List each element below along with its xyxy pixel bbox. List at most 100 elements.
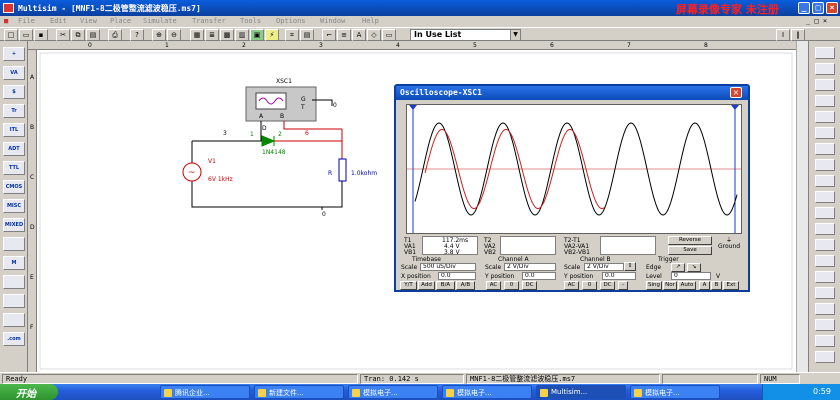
pause-icon[interactable]: ‖: [791, 29, 805, 41]
cha-scale-field[interactable]: 2 V/Div: [504, 263, 556, 271]
instrument-button-5[interactable]: [815, 127, 835, 139]
chb-ypos-field[interactable]: 0.0: [602, 272, 636, 280]
single-button[interactable]: Sing: [646, 281, 662, 290]
ab-button[interactable]: A/B: [456, 281, 475, 290]
paste-icon[interactable]: ▤: [86, 29, 100, 41]
simulate-icon[interactable]: ▣: [250, 29, 264, 41]
menu-view[interactable]: View: [80, 17, 97, 25]
chb-dc-button[interactable]: DC: [600, 281, 615, 290]
new-icon[interactable]: □: [4, 29, 18, 41]
analysis-icon[interactable]: ⚡: [265, 29, 279, 41]
in-use-list-combo[interactable]: In Use List ▼: [410, 29, 521, 41]
parts-bin-button-4[interactable]: ITL: [3, 123, 25, 137]
text-icon[interactable]: A: [352, 29, 366, 41]
instrument-button-15[interactable]: [815, 287, 835, 299]
instrument-button-13[interactable]: [815, 255, 835, 267]
scope-title-bar[interactable]: Oscilloscope-XSC1: [396, 86, 748, 100]
menu-help[interactable]: Help: [362, 17, 379, 25]
parts-bin-button-12[interactable]: [3, 275, 25, 289]
menu-simulate[interactable]: Simulate: [143, 17, 177, 25]
instrument-button-12[interactable]: [815, 239, 835, 251]
bus-icon[interactable]: ≡: [337, 29, 351, 41]
instrument-button-4[interactable]: [815, 111, 835, 123]
parts-bin-button-9[interactable]: MIXED: [3, 218, 25, 232]
instrument-button-0[interactable]: [815, 47, 835, 59]
graphics-icon[interactable]: ◇: [367, 29, 381, 41]
scope-close-icon[interactable]: ×: [730, 87, 742, 98]
start-button[interactable]: 开始: [0, 384, 58, 400]
instrument-button-2[interactable]: [815, 79, 835, 91]
chb-zero-button[interactable]: 0: [582, 281, 597, 290]
open-icon[interactable]: ▭: [19, 29, 33, 41]
parts-bin-button-11[interactable]: M: [3, 256, 25, 270]
reverse-button[interactable]: Reverse: [668, 236, 712, 245]
chb-ac-button[interactable]: AC: [564, 281, 579, 290]
task-analog-1[interactable]: 模拟电子...: [348, 385, 438, 399]
timebase-scale-field[interactable]: 500 uS/Div: [420, 263, 476, 271]
instrument-button-10[interactable]: [815, 207, 835, 219]
vertical-scrollbar[interactable]: [796, 41, 808, 372]
parts-bin-button-6[interactable]: TTL: [3, 161, 25, 175]
copy-icon[interactable]: ⧉: [71, 29, 85, 41]
wire-icon[interactable]: ⌐: [322, 29, 336, 41]
trigger-a-button[interactable]: A: [699, 281, 710, 290]
instrument-button-8[interactable]: [815, 175, 835, 187]
save-button[interactable]: Save: [668, 246, 712, 255]
normal-button[interactable]: Nor: [663, 281, 677, 290]
instrument-button-16[interactable]: [815, 303, 835, 315]
trigger-b-button[interactable]: B: [711, 281, 722, 290]
run-icon[interactable]: I: [776, 29, 790, 41]
task-analog-3[interactable]: 模拟电子...: [630, 385, 720, 399]
menu-edit[interactable]: Edit: [50, 17, 67, 25]
task-new-file[interactable]: 新建文件...: [254, 385, 344, 399]
cha-ypos-field[interactable]: 0.0: [522, 272, 556, 280]
menu-tools[interactable]: Tools: [240, 17, 261, 25]
parts-bin-button-15[interactable]: .com: [3, 332, 25, 346]
print-icon[interactable]: ⎙: [108, 29, 122, 41]
task-multisim[interactable]: Multisim...: [536, 385, 626, 399]
task-tencent[interactable]: 腾讯企业...: [160, 385, 250, 399]
cut-icon[interactable]: ✂: [56, 29, 70, 41]
menu-transfer[interactable]: Transfer: [192, 17, 226, 25]
parts-bin-button-5[interactable]: ADT: [3, 142, 25, 156]
menu-window[interactable]: Window: [320, 17, 345, 25]
menu-options[interactable]: Options: [276, 17, 306, 25]
ereport-icon[interactable]: ▭: [382, 29, 396, 41]
task-analog-2[interactable]: 模拟电子...: [442, 385, 532, 399]
parts-bin-button-0[interactable]: +: [3, 47, 25, 61]
diode-symbol[interactable]: [261, 135, 276, 147]
rising-edge-icon[interactable]: ↗: [671, 263, 685, 272]
parts-bin-button-10[interactable]: [3, 237, 25, 251]
level-field[interactable]: 0: [671, 272, 711, 280]
child-window-controls[interactable]: _ □ ×: [806, 17, 827, 25]
yt-button[interactable]: Y/T: [400, 281, 417, 290]
parts-bin-button-3[interactable]: Tr: [3, 104, 25, 118]
grapher-icon[interactable]: ▩: [220, 29, 234, 41]
parts-bin-button-2[interactable]: $: [3, 85, 25, 99]
cha-zero-button[interactable]: 0: [504, 281, 519, 290]
parts-bin-button-1[interactable]: VA: [3, 66, 25, 80]
save-icon[interactable]: ▪: [34, 29, 48, 41]
chb-minus-button[interactable]: -: [618, 281, 628, 290]
chb-scale-field[interactable]: 2 V/Div: [584, 263, 624, 271]
close-icon[interactable]: ×: [826, 2, 838, 14]
instrument-button-18[interactable]: [815, 335, 835, 347]
cha-ac-button[interactable]: AC: [486, 281, 501, 290]
cha-dc-button[interactable]: DC: [522, 281, 537, 290]
instrument-button-14[interactable]: [815, 271, 835, 283]
instrument-button-3[interactable]: [815, 95, 835, 107]
auto-button[interactable]: Auto: [678, 281, 696, 290]
instrument-button-1[interactable]: [815, 63, 835, 75]
menu-place[interactable]: Place: [110, 17, 131, 25]
scope-screen[interactable]: [406, 104, 742, 234]
chevron-down-icon[interactable]: ▼: [510, 30, 520, 40]
minimize-icon[interactable]: _: [798, 2, 810, 14]
resistor-symbol[interactable]: [338, 158, 347, 182]
ba-button[interactable]: B/A: [436, 281, 455, 290]
parts-bin-button-7[interactable]: CMOS: [3, 180, 25, 194]
maximize-icon[interactable]: □: [812, 2, 824, 14]
zoom-in-icon[interactable]: ⊕: [152, 29, 166, 41]
add-button[interactable]: Add: [418, 281, 435, 290]
xpos-field[interactable]: 0.0: [438, 272, 476, 280]
netlist-icon[interactable]: ⌗: [285, 29, 299, 41]
